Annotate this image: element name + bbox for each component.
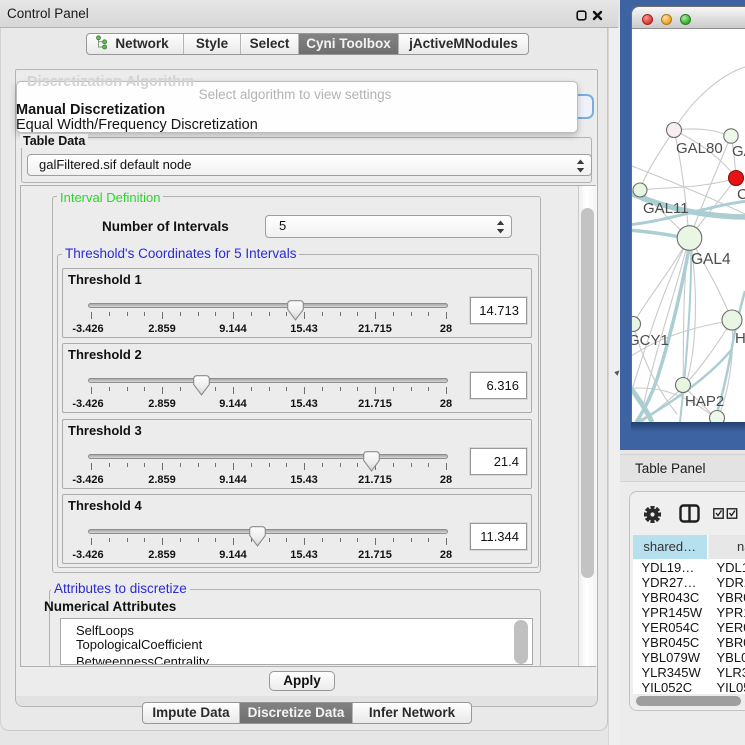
svg-text:GAL4: GAL4 [691, 251, 731, 268]
svg-text:H: H [735, 330, 745, 347]
svg-text:GAL80: GAL80 [676, 140, 723, 157]
svg-text:GA: GA [732, 143, 745, 160]
svg-text:C: C [737, 186, 745, 203]
svg-text:HAP2: HAP2 [685, 393, 724, 410]
svg-text:GCY1: GCY1 [632, 332, 669, 349]
svg-text:GAL11: GAL11 [643, 200, 689, 217]
